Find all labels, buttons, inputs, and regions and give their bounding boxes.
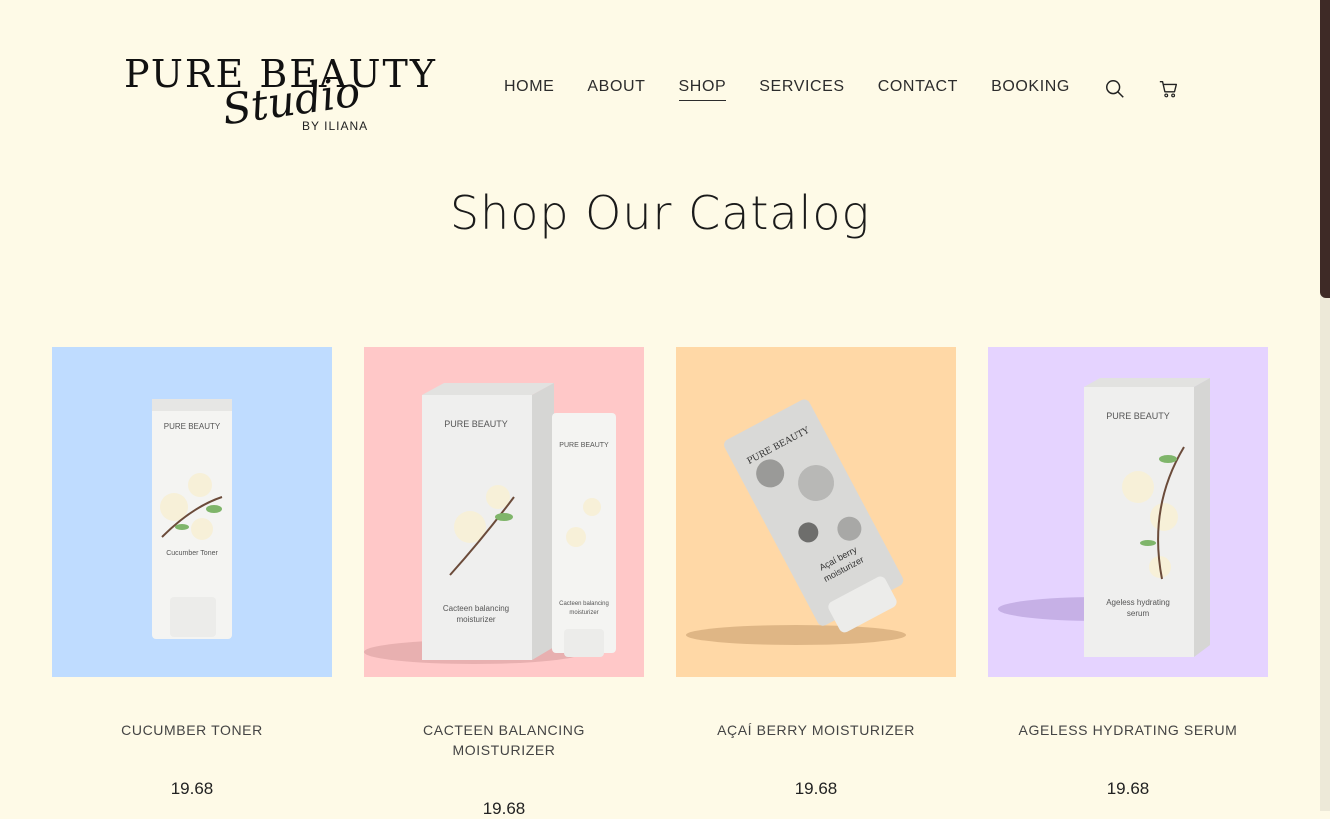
svg-text:moisturizer: moisturizer: [456, 615, 495, 624]
svg-text:moisturizer: moisturizer: [569, 610, 598, 616]
product-price: 19.68: [170, 779, 214, 798]
page-scrollbar[interactable]: [1320, 0, 1330, 811]
product-name[interactable]: CACTEEN BALANCING MOISTURIZER: [374, 720, 634, 760]
product-price: 19.68: [482, 799, 526, 818]
logo-byline: BY ILIANA: [302, 119, 369, 133]
product-card[interactable]: PURE BEAUTY Ageless hydrating serum AGEL…: [988, 347, 1268, 817]
svg-text:Ageless hydrating: Ageless hydrating: [1106, 598, 1170, 607]
product-image[interactable]: PURE BEAUTY Ageless hydrating serum: [988, 347, 1268, 677]
svg-text:PURE BEAUTY: PURE BEAUTY: [444, 419, 508, 429]
svg-text:Cacteen balancing: Cacteen balancing: [559, 601, 609, 607]
svg-text:PURE BEAUTY: PURE BEAUTY: [1106, 411, 1170, 421]
product-card[interactable]: PURE BEAUTY Cacteen balancing moisturize…: [364, 347, 644, 818]
product-name[interactable]: AÇAÍ BERRY MOISTURIZER: [686, 720, 946, 740]
product-name[interactable]: AGELESS HYDRATING SERUM: [998, 720, 1258, 740]
svg-text:PURE BEAUTY: PURE BEAUTY: [559, 442, 609, 449]
nav-shop[interactable]: SHOP: [678, 78, 727, 101]
svg-text:serum: serum: [1127, 609, 1150, 618]
nav-icons: [1103, 77, 1181, 101]
svg-text:PURE BEAUTY: PURE BEAUTY: [164, 422, 221, 431]
product-image[interactable]: PURE BEAUTY Açaí berry moisturizer: [676, 347, 956, 677]
product-price: 19.68: [1106, 779, 1150, 798]
nav-services[interactable]: SERVICES: [759, 78, 844, 100]
nav-home[interactable]: HOME: [504, 78, 554, 100]
product-grid: PURE BEAUTY Cucumber Toner CUCUMBER TONE…: [52, 347, 1268, 818]
product-image[interactable]: PURE BEAUTY Cucumber Toner: [52, 347, 332, 677]
product-card[interactable]: PURE BEAUTY Açaí berry moisturizer AÇAÍ …: [676, 347, 956, 817]
product-price: 19.68: [794, 779, 838, 798]
svg-text:Cacteen balancing: Cacteen balancing: [443, 604, 509, 613]
brand-logo[interactable]: PURE BEAUTY Studio BY ILIANA: [124, 52, 435, 142]
nav-booking[interactable]: BOOKING: [991, 78, 1070, 100]
nav-contact[interactable]: CONTACT: [878, 78, 958, 100]
package-label: Cucumber Toner: [166, 550, 218, 557]
cart-icon[interactable]: [1157, 77, 1181, 101]
product-name[interactable]: CUCUMBER TONER: [62, 720, 322, 740]
scrollbar-thumb[interactable]: [1320, 0, 1330, 298]
product-image[interactable]: PURE BEAUTY Cacteen balancing moisturize…: [364, 347, 644, 677]
product-card[interactable]: PURE BEAUTY Cucumber Toner CUCUMBER TONE…: [52, 347, 332, 817]
search-icon[interactable]: [1103, 77, 1127, 101]
nav-about[interactable]: ABOUT: [587, 78, 645, 100]
main-nav: HOME ABOUT SHOP SERVICES CONTACT BOOKING: [504, 77, 1181, 101]
page-title: Shop Our Catalog: [449, 186, 871, 240]
